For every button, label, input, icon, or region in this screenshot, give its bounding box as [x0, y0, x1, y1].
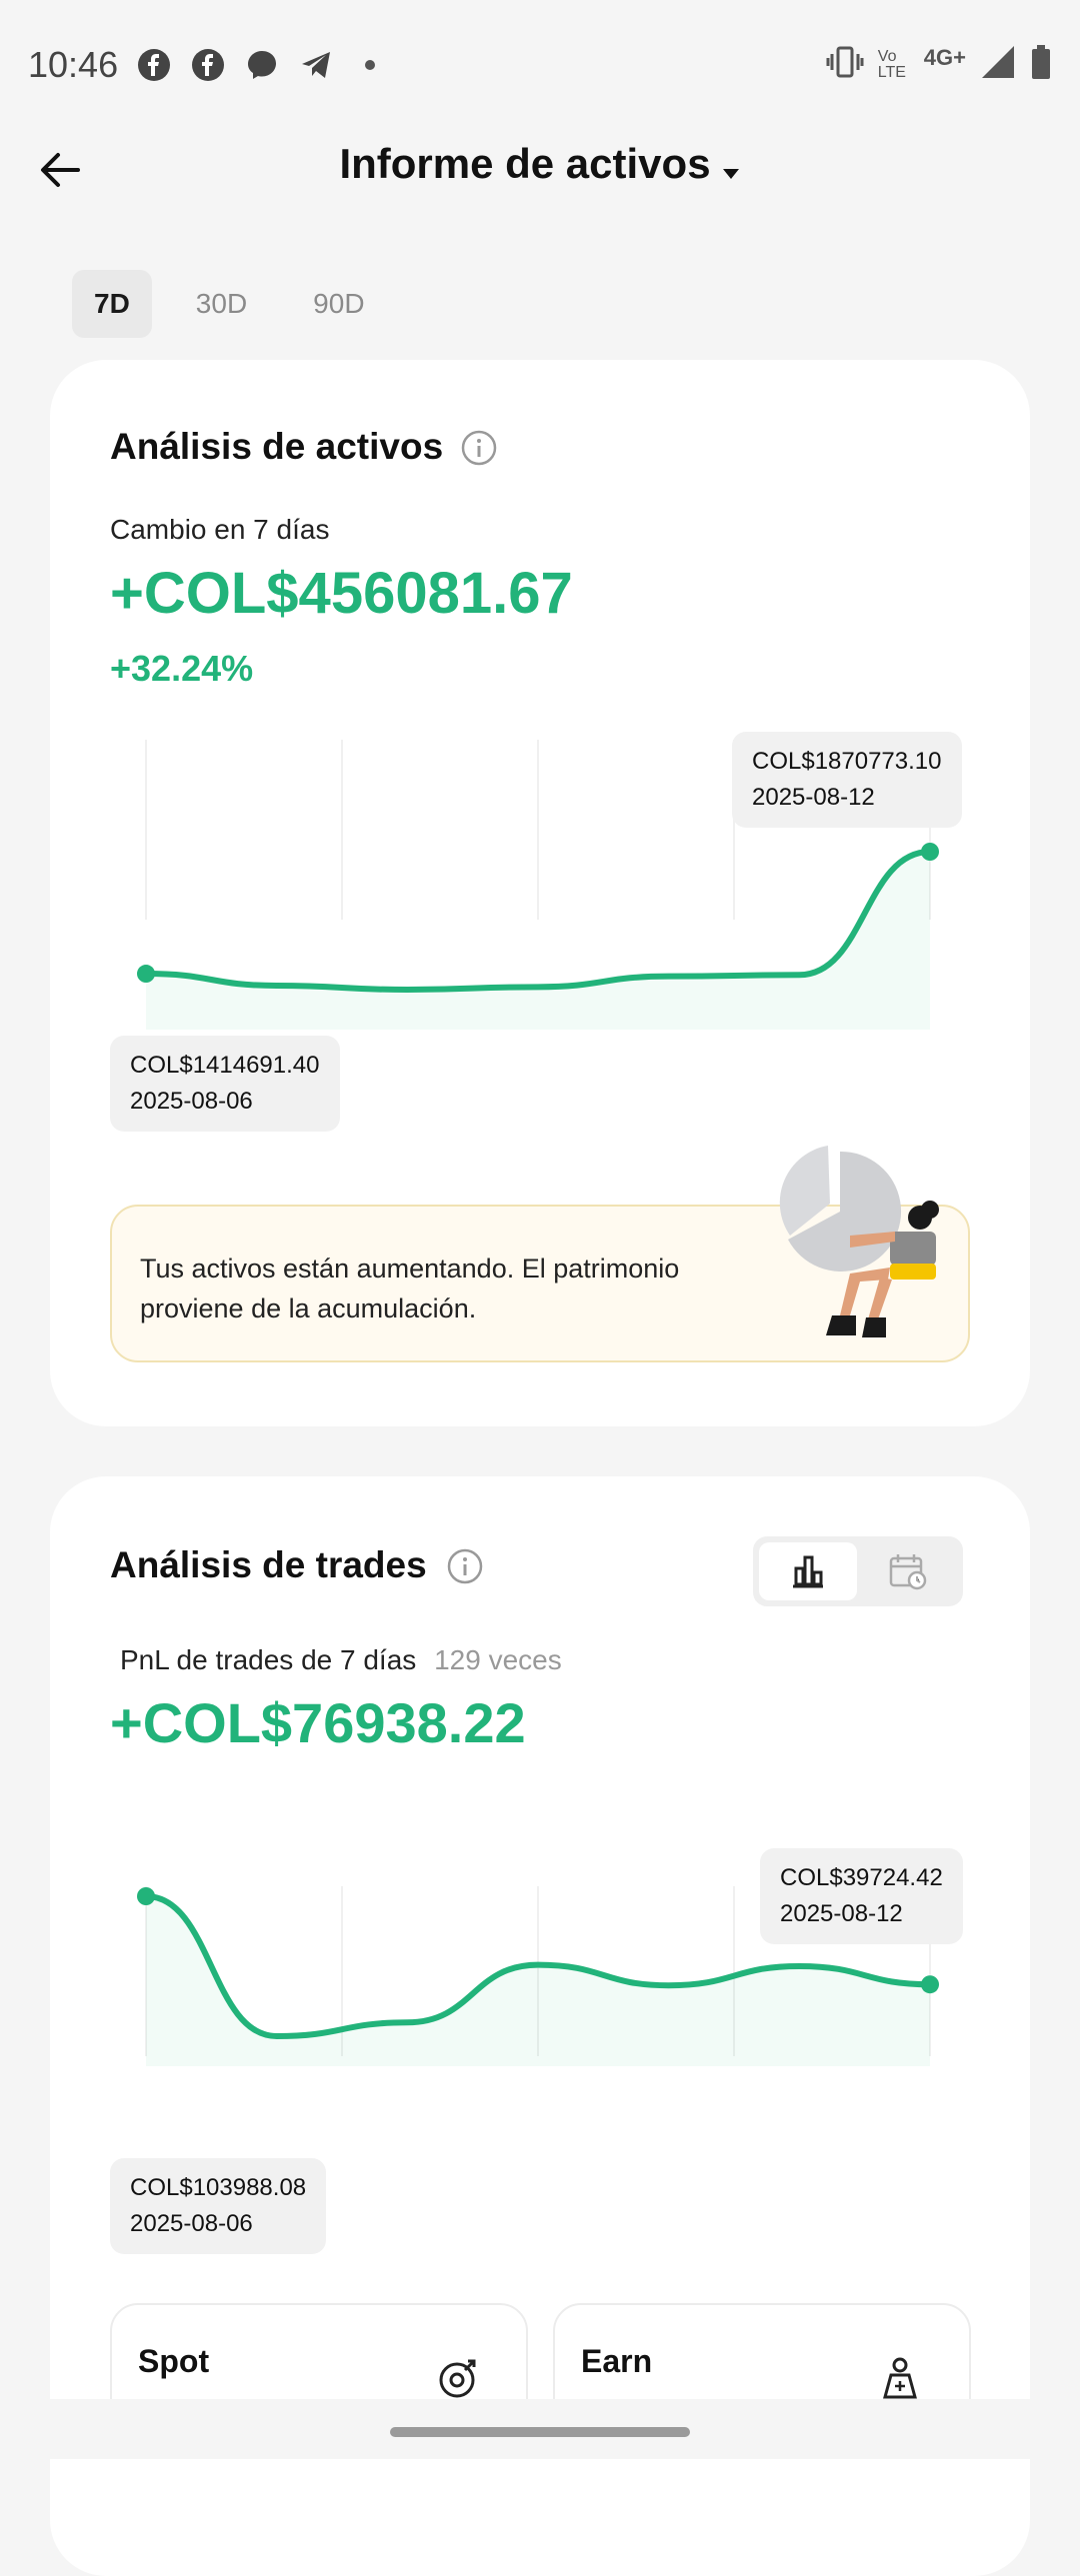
app-header: Informe de activos — [0, 130, 1080, 210]
trades-card-title: Análisis de trades — [110, 1544, 427, 1585]
tooltip-start-date: 2025-08-06 — [130, 1088, 253, 1115]
tooltip-end-date: 2025-08-12 — [752, 784, 875, 811]
banner-text: Tus activos están aumentando. El patrimo… — [140, 1254, 680, 1323]
change-caption: Cambio en 7 días — [110, 514, 330, 545]
system-nav-bar — [0, 2399, 1080, 2459]
trades-tooltip-start-value: COL$103988.08 — [130, 2174, 307, 2201]
battery-icon — [1030, 44, 1052, 86]
earn-title: Earn — [581, 2343, 653, 2379]
trades-tooltip-start: COL$103988.08 2025-08-06 — [110, 2158, 327, 2254]
trades-tooltip-start-date: 2025-08-06 — [130, 2210, 253, 2237]
assets-analysis-card: Análisis de activos Cambio en 7 días +CO… — [50, 360, 1030, 1426]
calendar-clock-icon — [889, 1554, 927, 1590]
pnl-caption: PnL de trades de 7 días 129 veces — [120, 1644, 562, 1676]
facebook-icon — [190, 47, 226, 83]
spot-target-icon — [439, 2359, 476, 2398]
telegram-icon — [298, 47, 334, 83]
vibrate-icon — [826, 44, 864, 86]
page-title: Informe de activos — [339, 140, 711, 187]
start-point-marker — [137, 965, 155, 984]
calendar-toggle[interactable] — [859, 1542, 957, 1600]
page-title-dropdown[interactable]: Informe de activos — [0, 140, 1080, 191]
trades-tooltip-end-value: COL$39724.42 — [780, 1864, 943, 1891]
messenger-icon — [244, 47, 280, 83]
change-value: +COL$456081.67 — [110, 561, 573, 626]
tooltip-end: COL$1870773.10 2025-08-12 — [732, 732, 962, 828]
end-point-marker — [921, 843, 939, 861]
signal-icon — [980, 44, 1016, 86]
period-tabs: 7D 30D 90D — [72, 270, 387, 338]
start-point-marker — [137, 1887, 155, 1905]
dot-icon — [352, 47, 388, 83]
bar-chart-toggle[interactable] — [759, 1542, 857, 1600]
tooltip-start-value: COL$1414691.40 — [130, 1052, 320, 1079]
network-type: 4G+ — [923, 45, 966, 70]
info-icon[interactable] — [446, 1547, 484, 1585]
assets-card-title: Análisis de activos — [110, 426, 444, 467]
earn-bag-icon — [883, 2357, 917, 2399]
tooltip-start: COL$1414691.40 2025-08-06 — [110, 1036, 340, 1132]
volte-icon: Vo LTE — [877, 48, 906, 81]
bar-chart-icon — [793, 1555, 823, 1588]
pnl-caption-text: PnL de trades de 7 días — [120, 1644, 417, 1675]
caret-down-icon — [721, 143, 741, 191]
illustration-person-pie-icon — [779, 1146, 939, 1337]
facebook-icon — [136, 47, 172, 83]
tab-7d[interactable]: 7D — [72, 270, 152, 338]
tab-90d[interactable]: 90D — [291, 270, 386, 338]
trade-count: 129 veces — [434, 1644, 562, 1675]
tab-30d[interactable]: 30D — [174, 270, 269, 338]
status-time: 10:46 — [28, 44, 119, 85]
chart-view-toggle — [753, 1536, 963, 1606]
spot-title: Spot — [138, 2343, 210, 2379]
change-percent: +32.24% — [110, 648, 254, 689]
info-icon[interactable] — [460, 429, 498, 467]
home-indicator[interactable] — [390, 2427, 690, 2437]
pnl-value: +COL$76938.22 — [110, 1691, 526, 1754]
end-point-marker — [921, 1975, 939, 1994]
trades-tooltip-end: COL$39724.42 2025-08-12 — [760, 1848, 963, 1944]
tooltip-end-value: COL$1870773.10 — [752, 748, 942, 775]
trades-tooltip-end-date: 2025-08-12 — [780, 1900, 903, 1927]
status-bar: 10:46 Vo LTE 4G+ — [0, 0, 1080, 130]
